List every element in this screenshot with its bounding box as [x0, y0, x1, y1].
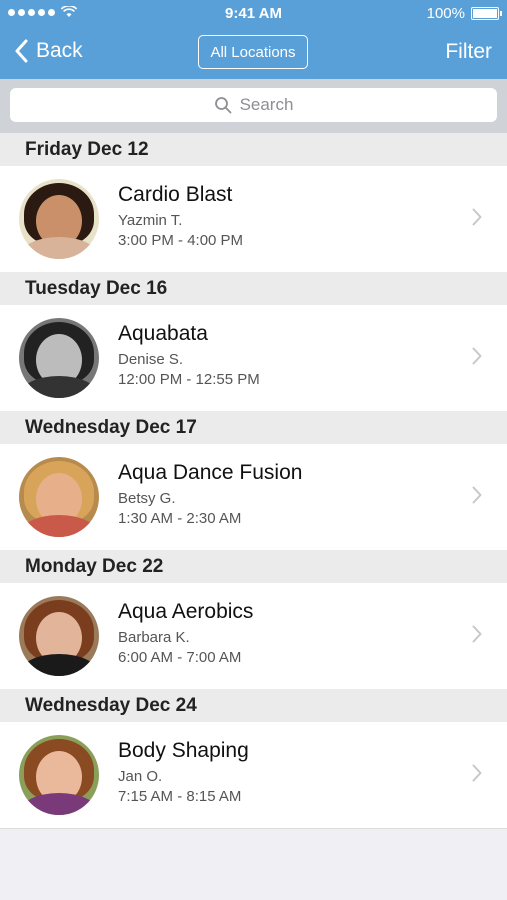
status-bar: 9:41 AM 100%	[0, 0, 507, 28]
search-icon	[214, 97, 231, 114]
class-row[interactable]: Cardio Blast Yazmin T. 3:00 PM - 4:00 PM	[0, 166, 507, 272]
battery-indicator: 100%	[426, 5, 502, 22]
class-row[interactable]: Aquabata Denise S. 12:00 PM - 12:55 PM	[0, 305, 507, 411]
instructor-name: Yazmin T.	[118, 212, 183, 229]
class-title: Aqua Aerobics	[118, 600, 254, 623]
class-time: 6:00 AM - 7:00 AM	[118, 649, 242, 666]
class-time: 3:00 PM - 4:00 PM	[118, 232, 244, 249]
section-header: Monday Dec 22	[0, 550, 507, 583]
class-row[interactable]: Body Shaping Jan O. 7:15 AM - 8:15 AM	[0, 722, 507, 828]
class-title: Body Shaping	[118, 739, 249, 762]
class-title: Aquabata	[118, 322, 208, 345]
section-header: Tuesday Dec 16	[0, 272, 507, 305]
search-placeholder: Search	[239, 95, 294, 114]
section-header: Wednesday Dec 17	[0, 411, 507, 444]
instructor-name: Denise S.	[118, 351, 184, 368]
chevron-left-icon	[15, 39, 28, 63]
avatar	[19, 735, 99, 815]
class-title: Aqua Dance Fusion	[118, 461, 303, 484]
back-label: Back	[36, 39, 83, 62]
section-header: Wednesday Dec 24	[0, 689, 507, 722]
instructor-name: Betsy G.	[118, 490, 176, 507]
avatar	[19, 318, 99, 398]
class-row[interactable]: Aqua Dance Fusion Betsy G. 1:30 AM - 2:3…	[0, 444, 507, 550]
section-header: Friday Dec 12	[0, 133, 507, 166]
chevron-right-icon	[472, 347, 482, 365]
class-title: Cardio Blast	[118, 183, 233, 206]
avatar	[19, 596, 99, 676]
all-locations-button[interactable]: All Locations	[198, 35, 308, 69]
instructor-name: Barbara K.	[118, 629, 190, 646]
filter-button[interactable]: Filter	[445, 40, 492, 64]
search-input[interactable]: Search	[10, 88, 497, 122]
chevron-right-icon	[472, 208, 482, 226]
search-bar: Search	[0, 79, 507, 133]
battery-percent: 100%	[426, 5, 465, 22]
class-row[interactable]: Aqua Aerobics Barbara K. 6:00 AM - 7:00 …	[0, 583, 507, 689]
class-time: 1:30 AM - 2:30 AM	[118, 510, 242, 527]
class-list: Friday Dec 12 Cardio Blast Yazmin T. 3:0…	[0, 133, 507, 829]
chevron-right-icon	[472, 486, 482, 504]
class-time: 7:15 AM - 8:15 AM	[118, 788, 242, 805]
instructor-name: Jan O.	[118, 768, 163, 785]
navigation-bar: Back All Locations Filter	[0, 28, 507, 79]
chevron-right-icon	[472, 764, 482, 782]
list-end-divider	[0, 828, 507, 829]
avatar	[19, 457, 99, 537]
class-time: 12:00 PM - 12:55 PM	[118, 371, 260, 388]
battery-icon	[471, 7, 502, 20]
back-button[interactable]: Back	[14, 39, 83, 63]
chevron-right-icon	[472, 625, 482, 643]
avatar	[19, 179, 99, 259]
